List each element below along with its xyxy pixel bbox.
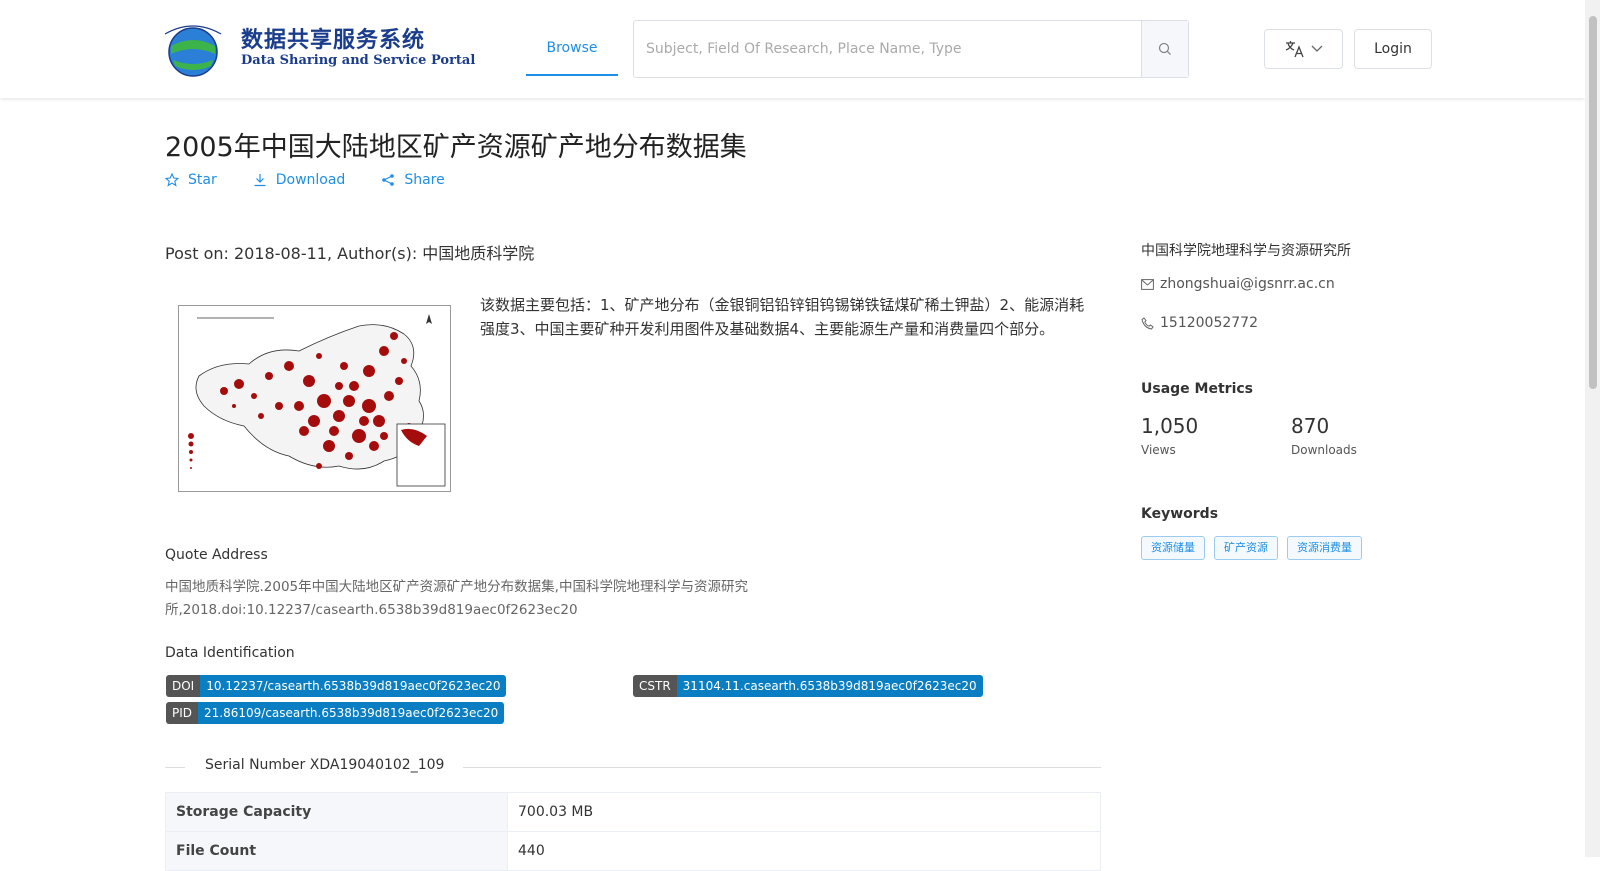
nav-browse-tab[interactable]: Browse — [526, 28, 618, 76]
mineral-distribution-map-image — [179, 306, 450, 491]
share-button[interactable]: Share — [381, 172, 445, 188]
post-info: Post on: 2018-08-11, Author(s): 中国地质科学院 — [165, 244, 535, 263]
table-key: File Count — [165, 831, 508, 871]
share-label: Share — [404, 172, 445, 188]
page-title: 2005年中国大陆地区矿产资源矿产地分布数据集 — [165, 132, 747, 163]
mail-icon — [1141, 278, 1154, 290]
keyword-tag[interactable]: 资源储量 — [1141, 536, 1205, 560]
top-header: 数据共享服务系统 Data Sharing and Service Portal… — [0, 0, 1585, 98]
chevron-down-icon — [1311, 45, 1322, 52]
pid-key: PID — [166, 702, 199, 724]
keywords-list: 资源储量 矿产资源 资源消费量 — [1141, 536, 1362, 560]
serial-number: Serial Number XDA19040102_109 — [205, 757, 445, 773]
dataset-thumbnail[interactable] — [178, 305, 451, 492]
table-value: 700.03 MB — [507, 792, 1101, 832]
download-icon — [254, 174, 266, 187]
star-label: Star — [188, 172, 217, 188]
phone-icon — [1141, 316, 1154, 330]
cstr-badge[interactable]: CSTR 31104.11.casearth.6538b39d819aec0f2… — [633, 675, 983, 697]
views-label: Views — [1141, 443, 1176, 457]
search-box — [633, 20, 1189, 78]
search-input[interactable] — [634, 21, 1142, 77]
table-row: Storage Capacity 700.03 MB — [165, 792, 1101, 832]
login-button[interactable]: Login — [1354, 29, 1432, 69]
cstr-key: CSTR — [633, 675, 677, 697]
keyword-tag[interactable]: 矿产资源 — [1214, 536, 1278, 560]
logo-title-cn: 数据共享服务系统 — [241, 28, 426, 53]
keyword-tag[interactable]: 资源消费量 — [1287, 536, 1362, 560]
scrollbar-thumb[interactable] — [1589, 16, 1597, 389]
download-label: Download — [275, 172, 346, 188]
doi-key: DOI — [166, 675, 201, 697]
serial-number-divider: Serial Number XDA19040102_109 — [165, 757, 1101, 777]
quote-address-text: 中国地质科学院.2005年中国大陆地区矿产资源矿产地分布数据集,中国科学院地理科… — [165, 579, 748, 618]
table-value: 440 — [507, 831, 1101, 871]
logo-title-en: Data Sharing and Service Portal — [241, 53, 476, 68]
globe-logo-icon — [164, 25, 222, 77]
contact-email[interactable]: zhongshuai@igsnrr.ac.cn — [1160, 276, 1335, 292]
dataset-info-table: Storage Capacity 700.03 MB File Count 44… — [165, 792, 1101, 871]
language-switcher-button[interactable] — [1264, 29, 1343, 69]
data-identification-label: Data Identification — [165, 645, 295, 661]
star-icon — [165, 173, 179, 187]
download-button[interactable]: Download — [253, 172, 346, 188]
dataset-description: 该数据主要包括：1、矿产地分布（金银铜铝铅锌钼钨锡锑铁锰煤矿稀土钾盐）2、能源消… — [480, 296, 1085, 338]
quote-address-label: Quote Address — [165, 547, 268, 563]
table-row: File Count 440 — [165, 831, 1101, 871]
share-icon — [382, 174, 395, 186]
keywords-title: Keywords — [1141, 506, 1219, 522]
page-scrollbar[interactable] — [1585, 0, 1600, 857]
contact-phone: 15120052772 — [1160, 315, 1258, 331]
site-logo[interactable]: 数据共享服务系统 Data Sharing and Service Portal — [155, 20, 475, 80]
table-key: Storage Capacity — [165, 792, 508, 832]
pid-value: 21.86109/casearth.6538b39d819aec0f2623ec… — [198, 702, 505, 724]
contact-organization: 中国科学院地理科学与资源研究所 — [1141, 243, 1351, 259]
search-button[interactable] — [1141, 21, 1188, 77]
cstr-value: 31104.11.casearth.6538b39d819aec0f2623ec… — [676, 675, 983, 697]
views-count: 1,050 — [1141, 414, 1199, 438]
contact-email-row[interactable]: zhongshuai@igsnrr.ac.cn — [1141, 276, 1335, 292]
translate-icon — [1285, 41, 1304, 58]
doi-badge[interactable]: DOI 10.12237/casearth.6538b39d819aec0f26… — [166, 675, 507, 697]
contact-phone-row: 15120052772 — [1141, 315, 1258, 331]
dataset-actions: Star Download Share — [165, 172, 445, 188]
doi-value: 10.12237/casearth.6538b39d819aec0f2623ec… — [200, 675, 507, 697]
downloads-label: Downloads — [1291, 443, 1357, 457]
downloads-count: 870 — [1291, 414, 1330, 438]
star-button[interactable]: Star — [165, 172, 217, 188]
usage-metrics-title: Usage Metrics — [1141, 381, 1253, 397]
pid-badge[interactable]: PID 21.86109/casearth.6538b39d819aec0f26… — [166, 702, 505, 724]
search-icon — [1158, 42, 1171, 55]
